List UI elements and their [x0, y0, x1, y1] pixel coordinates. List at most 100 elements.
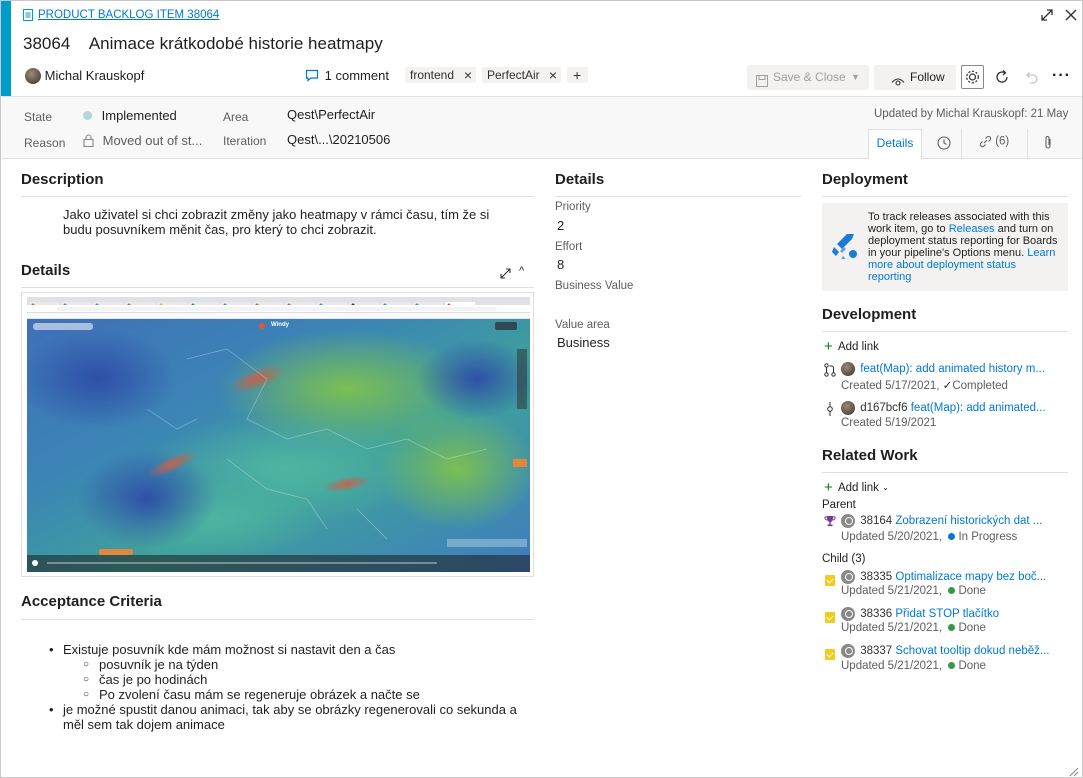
tab-links[interactable]: (6): [979, 135, 1009, 148]
reason-label: Reason: [24, 136, 66, 150]
plus-icon: +: [824, 338, 833, 355]
child-label: Child (3): [822, 553, 866, 565]
save-close-button[interactable]: Save & Close ▼: [747, 65, 869, 90]
list-item: Existuje posuvník kde mám možnost si nas…: [49, 642, 533, 702]
pipelines-icon: [830, 231, 858, 261]
state-field[interactable]: Implemented: [83, 107, 177, 123]
commit-link[interactable]: d167bcf6 feat(Map): add animated...: [841, 401, 1046, 415]
state-label: State: [24, 110, 53, 124]
refresh-icon[interactable]: [993, 68, 1011, 86]
effort-label: Effort: [555, 241, 583, 253]
tag-frontend[interactable]: frontend ×: [405, 67, 476, 83]
assignee[interactable]: Michal Krauskopf: [25, 67, 144, 84]
tab-details-label: Details: [876, 136, 914, 150]
work-item-type-link[interactable]: PRODUCT BACKLOG ITEM 38064: [38, 9, 219, 21]
acceptance-list[interactable]: Existuje posuvník kde mám možnost si nas…: [49, 642, 533, 732]
work-item-type-bar: [1, 1, 11, 96]
work-item-id: 38064: [23, 34, 71, 53]
avatar: [841, 514, 855, 528]
more-actions-icon[interactable]: ···: [1052, 67, 1071, 85]
priority-label: Priority: [555, 201, 591, 213]
pull-request-status: Completed: [952, 380, 1008, 392]
plus-icon: +: [824, 479, 833, 496]
tag-label: PerfectAir: [487, 68, 540, 82]
child-title[interactable]: Optimalizace mapy bez boč...: [895, 571, 1046, 583]
gear-icon[interactable]: [961, 65, 984, 89]
work-item-title[interactable]: Animace krátkodobé historie heatmapy: [89, 34, 383, 53]
divider: [21, 196, 534, 197]
commit-hash: d167bcf6: [860, 402, 908, 414]
effort-value[interactable]: 8: [557, 257, 564, 272]
screenshot-frame: Windy: [21, 292, 534, 577]
iteration-label: Iteration: [223, 134, 267, 148]
description-text[interactable]: Jako uživatel si chci zobrazit změny jak…: [63, 207, 513, 237]
attachment-icon[interactable]: [1042, 135, 1054, 150]
acceptance-title: Acceptance Criteria: [21, 593, 162, 610]
pull-request-meta: Created 5/17/2021, ✓Completed: [841, 378, 1008, 392]
area-label: Area: [223, 110, 249, 124]
parent-title[interactable]: Zobrazení historických dat ...: [895, 515, 1042, 527]
reason-value: Moved out of st...: [102, 133, 203, 149]
list-item: je možné spustit danou animaci, tak aby …: [49, 702, 533, 732]
deployment-title: Deployment: [822, 171, 908, 188]
tag-label: frontend: [410, 68, 455, 82]
commit-icon: [826, 402, 834, 416]
undo-icon[interactable]: [1023, 68, 1039, 86]
child-item[interactable]: 38337 Schovat tooltip dokud neběž...: [841, 644, 1049, 658]
related-add-link[interactable]: + Add link ⌄: [824, 479, 889, 496]
resize-handle-icon[interactable]: [1069, 765, 1079, 777]
reason-field: Moved out of st...: [83, 132, 202, 148]
area-value[interactable]: Qest\PerfectAir: [287, 107, 375, 122]
parent-updated: Updated 5/20/2021,: [841, 531, 943, 543]
development-add-link[interactable]: + Add link: [824, 338, 879, 355]
tab-divider: [1027, 129, 1028, 159]
list-item: posuvník je na týden: [83, 657, 533, 672]
chevron-down-icon[interactable]: ⌄: [882, 483, 889, 492]
expand-icon[interactable]: [1039, 7, 1055, 23]
commit-created: Created 5/19/2021: [841, 417, 937, 429]
remove-tag-icon[interactable]: ×: [549, 67, 557, 83]
task-icon: [825, 646, 835, 661]
child-updated: Updated 5/21/2021,: [841, 660, 943, 672]
pull-request-title[interactable]: feat(Map): add animated history m...: [860, 363, 1045, 375]
value-area-value[interactable]: Business: [557, 335, 610, 350]
child-updated: Updated 5/21/2021,: [841, 622, 943, 634]
related-work-title: Related Work: [822, 447, 918, 464]
chevron-up-icon[interactable]: ^: [519, 265, 524, 277]
child-title[interactable]: Přidat STOP tlačítko: [895, 608, 999, 620]
add-tag-button[interactable]: +: [567, 67, 588, 83]
state-value: Implemented: [101, 108, 177, 124]
divider: [21, 619, 534, 620]
map-screenshot-image[interactable]: Windy: [27, 297, 530, 572]
tab-divider: [961, 129, 962, 159]
chevron-down-icon[interactable]: ▼: [851, 65, 860, 90]
tab-details[interactable]: Details: [868, 129, 922, 159]
iteration-value[interactable]: Qest\...\20210506: [287, 132, 390, 147]
state-indicator: [83, 111, 92, 121]
backlog-item-icon: [23, 9, 33, 21]
maximize-icon[interactable]: [499, 267, 512, 280]
priority-value[interactable]: 2: [557, 218, 564, 233]
tag-perfectair[interactable]: PerfectAir ×: [482, 67, 561, 83]
child-title[interactable]: Schovat tooltip dokud neběž...: [895, 645, 1049, 657]
assignee-avatar: [25, 67, 41, 84]
business-value-input[interactable]: [555, 296, 755, 314]
child-item[interactable]: 38335 Optimalizace mapy bez boč...: [841, 570, 1046, 584]
task-icon: [825, 609, 835, 624]
comments-link[interactable]: 1 comment: [305, 67, 389, 83]
work-item-title-row: 38064 Animace krátkodobé historie heatma…: [23, 34, 383, 54]
comment-icon: [305, 69, 319, 82]
commit-title[interactable]: feat(Map): add animated...: [911, 402, 1046, 414]
parent-item[interactable]: 38164 Zobrazení historických dat ...: [841, 514, 1042, 528]
history-icon[interactable]: [936, 135, 952, 151]
browser-tabs: [27, 297, 530, 308]
pull-request-link[interactable]: feat(Map): add animated history m...: [841, 362, 1045, 376]
list-item-text: Existuje posuvník kde mám možnost si nas…: [63, 642, 396, 657]
releases-link[interactable]: Releases: [949, 223, 995, 235]
follow-button[interactable]: Follow: [874, 65, 956, 90]
child-item[interactable]: 38336 Přidat STOP tlačítko: [841, 607, 999, 621]
remove-tag-icon[interactable]: ×: [464, 67, 472, 83]
avatar: [841, 362, 855, 376]
close-icon[interactable]: [1063, 7, 1079, 23]
link-icon: [979, 135, 992, 148]
